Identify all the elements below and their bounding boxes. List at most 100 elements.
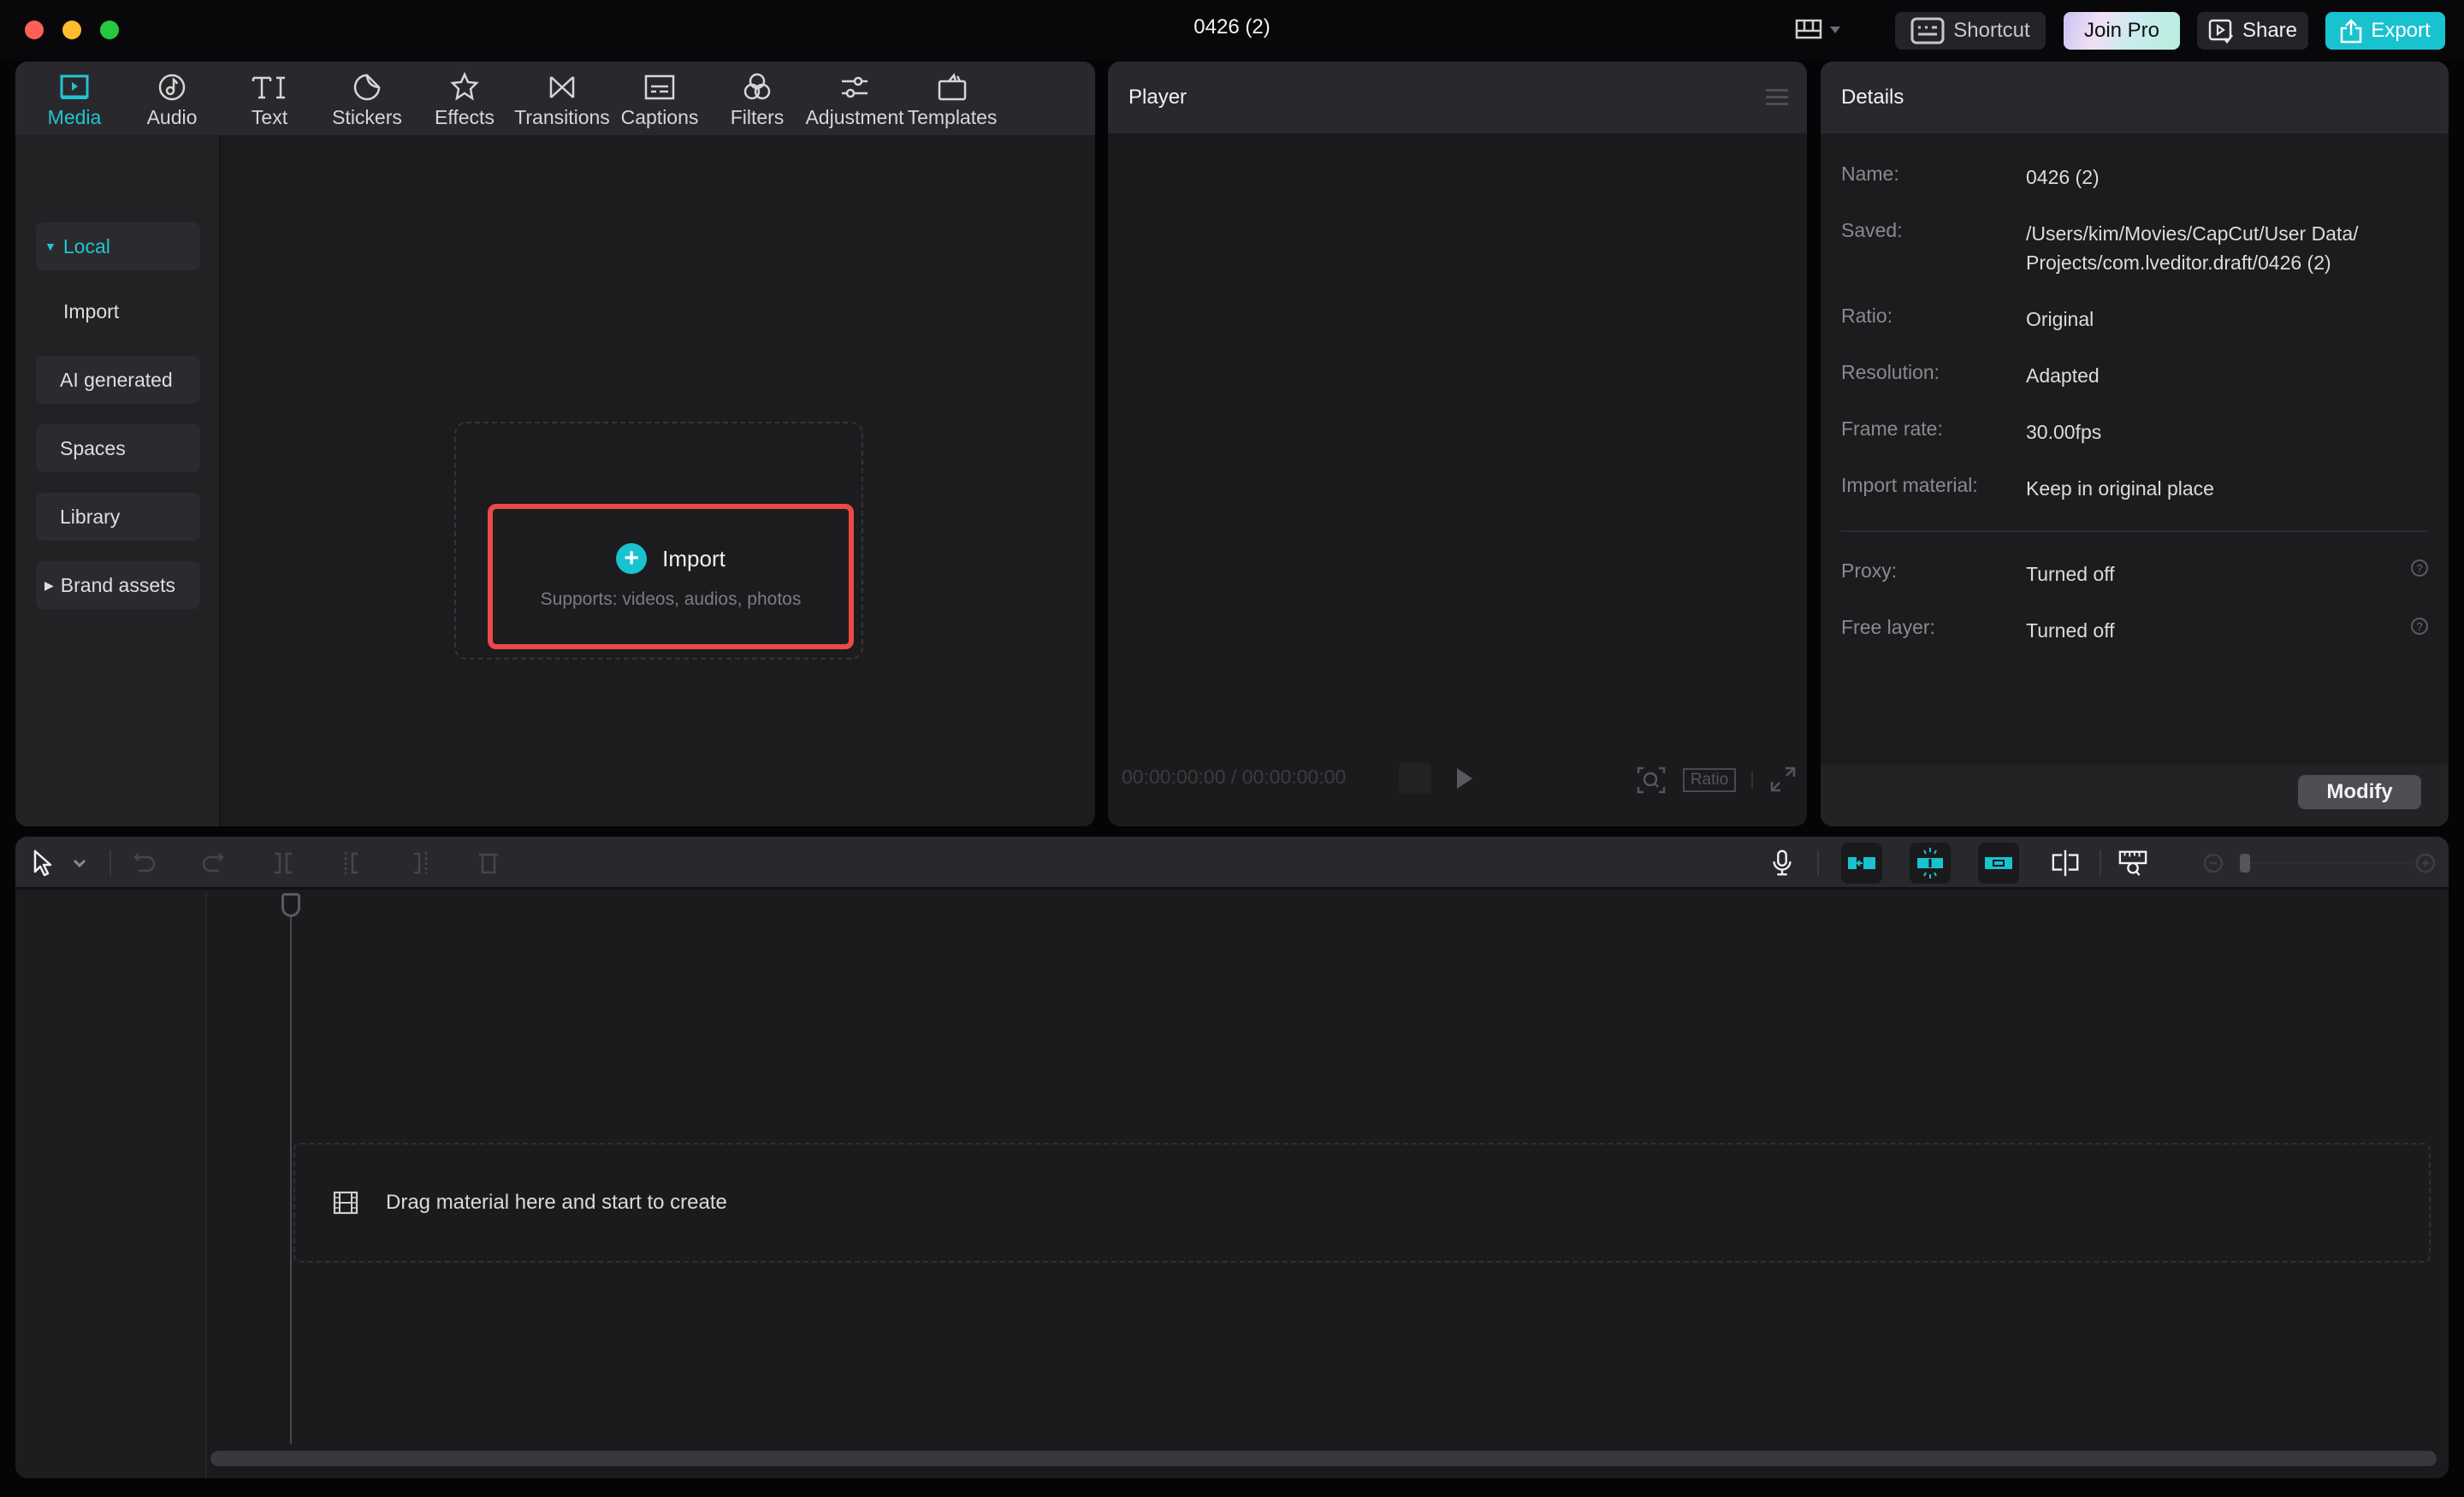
zoom-out-icon[interactable] <box>2202 849 2226 878</box>
chevron-down-icon[interactable] <box>72 849 87 878</box>
player-header: Player <box>1108 62 1807 133</box>
undo-icon[interactable] <box>132 849 157 878</box>
tab-media[interactable]: Media <box>26 62 123 135</box>
time-separator: / <box>1230 766 1237 788</box>
media-drop-zone[interactable]: + Import Supports: videos, audios, photo… <box>454 422 863 660</box>
export-button[interactable]: Export <box>2325 12 2445 50</box>
plus-icon: + <box>616 543 648 574</box>
tab-label: Templates <box>907 106 998 128</box>
detail-label: Name: <box>1841 163 1899 185</box>
zoom-to-fit-icon[interactable] <box>2117 849 2149 878</box>
auto-snap-button[interactable] <box>1910 843 1951 884</box>
tab-transitions[interactable]: Transitions <box>513 62 611 135</box>
captions-icon <box>644 74 675 100</box>
zoom-slider-handle[interactable] <box>2240 854 2250 873</box>
play-icon[interactable] <box>1457 768 1472 789</box>
redo-icon[interactable] <box>200 849 226 878</box>
sidebar-item-label: Spaces <box>60 436 126 459</box>
join-pro-button[interactable]: Join Pro <box>2064 12 2180 50</box>
caret-right-icon: ▶ <box>44 577 54 592</box>
sidebar-item-local[interactable]: ▼ Local <box>36 222 200 270</box>
proxy-help-icon[interactable]: ? <box>2411 559 2428 577</box>
adjustment-icon <box>842 76 868 98</box>
timeline-toolbar <box>15 837 2449 890</box>
player-menu-icon[interactable] <box>1766 89 1788 106</box>
select-icon[interactable] <box>31 849 56 878</box>
export-icon <box>2341 19 2362 44</box>
ratio-label: Ratio <box>1690 771 1729 789</box>
free-layer-help-icon[interactable]: ? <box>2411 618 2428 635</box>
playhead-line[interactable] <box>290 907 292 1444</box>
tab-adjustment[interactable]: Adjustment <box>805 62 904 135</box>
media-content: + Import Supports: videos, audios, photo… <box>221 135 1095 826</box>
sidebar-item-library[interactable]: Library <box>36 493 200 541</box>
import-button[interactable]: + Import Supports: videos, audios, photo… <box>488 504 854 649</box>
tab-audio[interactable]: Audio <box>123 62 221 135</box>
tab-label: Adjustment <box>805 106 904 128</box>
timeline-horizontal-scrollbar[interactable] <box>210 1451 2437 1466</box>
drop-hint: Drag material here and start to create <box>386 1191 727 1214</box>
split-icon[interactable] <box>270 849 296 878</box>
playhead-handle[interactable] <box>281 893 300 917</box>
sidebar-item-label: Local <box>62 234 110 257</box>
player-title: Player <box>1128 86 1188 109</box>
stickers-icon <box>353 74 381 101</box>
fullscreen-icon[interactable] <box>1770 766 1796 792</box>
import-subtitle: Supports: videos, audios, photos <box>540 589 802 609</box>
ratio-button[interactable]: Ratio <box>1683 768 1736 792</box>
timeline-drop-zone[interactable]: Drag material here and start to create <box>293 1143 2431 1263</box>
chevron-down-icon <box>1830 27 1840 33</box>
detail-label: Saved: <box>1841 219 1903 241</box>
detail-row-name: Name: 0426 (2) <box>1841 163 2420 192</box>
modify-button[interactable]: Modify <box>2298 775 2421 809</box>
split-right-icon[interactable] <box>407 849 433 878</box>
layout-button[interactable] <box>1795 17 1846 43</box>
media-icon <box>60 74 89 99</box>
share-button[interactable]: Share <box>2197 12 2308 50</box>
main-track-magnet-button[interactable] <box>1841 843 1882 884</box>
sidebar-item-import[interactable]: Import <box>36 287 200 335</box>
zoom-fit-icon[interactable] <box>1637 766 1666 794</box>
detail-row-resolution: Resolution: Adapted <box>1841 361 2420 390</box>
main-track-magnet-icon <box>1848 857 1875 869</box>
detail-value: Original <box>2026 308 2094 330</box>
tab-effects[interactable]: Effects <box>416 62 513 135</box>
detail-value: 30.00fps <box>2026 421 2102 443</box>
detail-row-frame-rate: Frame rate: 30.00fps <box>1841 417 2420 447</box>
frame-step-button[interactable] <box>1399 763 1431 794</box>
detail-row-saved: Saved: /Users/kim/Movies/CapCut/User Dat… <box>1841 219 2420 277</box>
split-left-icon[interactable] <box>339 849 364 878</box>
detail-value: Turned off <box>2026 619 2115 642</box>
detail-row-ratio: Ratio: Original <box>1841 305 2420 334</box>
preview-axis-icon[interactable] <box>2048 849 2082 878</box>
export-label: Export <box>2371 19 2431 42</box>
film-icon <box>333 1191 358 1215</box>
divider <box>2100 850 2101 876</box>
detail-row-proxy: Proxy: Turned off <box>1841 559 2420 589</box>
timeline-track-headers <box>15 892 207 1478</box>
zoom-in-icon[interactable] <box>2414 849 2438 878</box>
sidebar-item-spaces[interactable]: Spaces <box>36 424 200 472</box>
sidebar-item-ai-generated[interactable]: AI generated <box>36 356 200 404</box>
detail-label: Free layer: <box>1841 616 1935 638</box>
tab-text[interactable]: Text <box>221 62 318 135</box>
tab-filters[interactable]: Filters <box>708 62 806 135</box>
sidebar-item-brand-assets[interactable]: ▶ Brand assets <box>36 561 200 609</box>
sidebar-item-label: AI generated <box>60 368 173 391</box>
delete-icon[interactable] <box>476 849 501 878</box>
detail-label: Proxy: <box>1841 559 1898 582</box>
sidebar-item-label: Import <box>63 299 120 322</box>
microphone-icon[interactable] <box>1769 849 1795 878</box>
linkage-icon <box>1985 857 2012 869</box>
detail-value: Keep in original place <box>2026 477 2214 500</box>
tab-stickers[interactable]: Stickers <box>318 62 416 135</box>
tab-captions[interactable]: Captions <box>611 62 708 135</box>
total-time: 00:00:00:00 <box>1241 766 1347 788</box>
shortcut-button[interactable]: Shortcut <box>1895 12 2046 50</box>
tab-label: Media <box>47 106 102 128</box>
zoom-slider-track[interactable] <box>2240 862 2411 864</box>
divider <box>1751 772 1753 789</box>
linkage-button[interactable] <box>1978 843 2019 884</box>
transitions-icon <box>549 76 575 98</box>
tab-templates[interactable]: Templates <box>903 62 1001 135</box>
